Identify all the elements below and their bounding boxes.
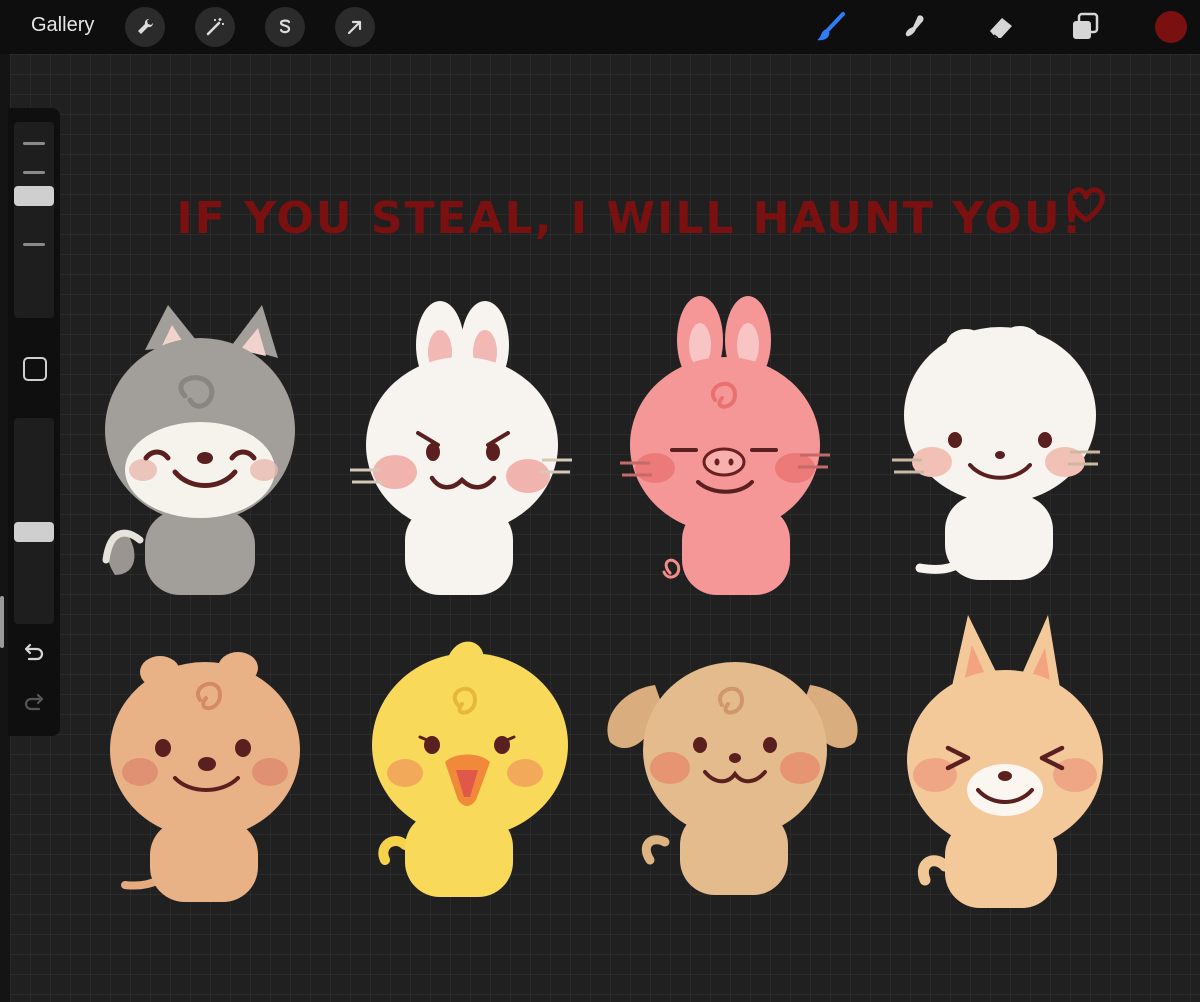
- fox-character: [907, 615, 1103, 908]
- quokka-character: [110, 652, 300, 902]
- chick-character: [372, 641, 568, 897]
- artwork-caption: IF YOU STEAL, I WILL HAUNT YOU!: [176, 193, 1083, 244]
- pig-character: [620, 296, 830, 595]
- rabbit-character: [350, 301, 572, 595]
- artwork-layer: IF YOU STEAL, I WILL HAUNT YOU!: [102, 187, 1105, 908]
- wolf-character: [102, 305, 295, 595]
- puppy-character: [607, 662, 858, 895]
- cat-character: [892, 326, 1100, 580]
